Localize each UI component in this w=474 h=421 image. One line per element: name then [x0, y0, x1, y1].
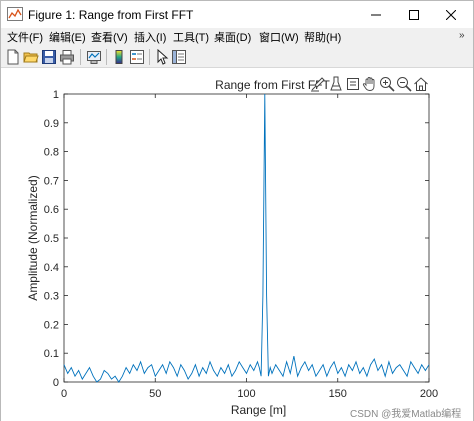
new-figure-icon[interactable]: [5, 49, 21, 65]
y-tick-label: 0.4: [44, 262, 59, 274]
y-tick-label: 0.3: [44, 291, 59, 303]
home-icon[interactable]: [413, 76, 429, 92]
axes-toolbar: [310, 76, 432, 94]
menu-file[interactable]: 文件(F): [7, 29, 43, 45]
plot-svg: 0 0.1 0.2 0.3 0.4 0.5 0.6 0.7 0.8 0.9 1 0 50 100 150 20…: [26, 78, 438, 417]
menu-edit[interactable]: 编辑(E): [49, 29, 86, 45]
matlab-figure-icon: [7, 7, 23, 21]
x-tick-label: 100: [237, 388, 255, 400]
minimize-icon: [371, 14, 381, 15]
property-inspector-icon[interactable]: [171, 49, 187, 65]
menu-bar: 文件(F) 编辑(E) 查看(V) 插入(I) 工具(T) 桌面(D) 窗口(W…: [1, 28, 473, 46]
x-tick-label: 150: [329, 388, 347, 400]
y-tick-label: 0.8: [44, 147, 59, 159]
colorbar-icon[interactable]: [111, 49, 127, 65]
zoom-in-icon[interactable]: [379, 76, 395, 92]
axes[interactable]: 0 0.1 0.2 0.3 0.4 0.5 0.6 0.7 0.8 0.9 1 0 50 100 150 20…: [26, 78, 438, 417]
watermark-text: CSDN @我爱Matlab编程: [350, 409, 462, 420]
zoom-out-icon[interactable]: [396, 76, 412, 92]
edit-plot-arrow-icon[interactable]: [154, 49, 170, 65]
data-tips-icon[interactable]: [328, 76, 344, 92]
save-icon[interactable]: [41, 49, 57, 65]
x-tick-label: 200: [420, 388, 438, 400]
toolbar-separator: [80, 49, 81, 65]
y-tick-label: 0.1: [44, 348, 59, 360]
y-tick-label: 1: [53, 89, 59, 101]
menu-window[interactable]: 窗口(W): [259, 29, 299, 45]
y-tick-label: 0.6: [44, 204, 59, 216]
x-tick-label: 0: [61, 388, 67, 400]
close-button[interactable]: [429, 1, 473, 28]
menu-tools[interactable]: 工具(T): [173, 29, 209, 45]
figure-canvas[interactable]: 0 0.1 0.2 0.3 0.4 0.5 0.6 0.7 0.8 0.9 1 0 50 100 150 20…: [1, 68, 473, 421]
y-tick-label: 0.5: [44, 233, 59, 245]
print-icon[interactable]: [59, 49, 75, 65]
x-axis-label: Range [m]: [231, 403, 286, 417]
y-tick-label: 0: [53, 377, 59, 389]
toolbar-separator: [149, 49, 150, 65]
rotate-icon[interactable]: [345, 76, 361, 92]
close-icon: [446, 9, 456, 20]
maximize-icon: [409, 9, 419, 20]
open-icon[interactable]: [23, 49, 39, 65]
x-tick-label: 50: [149, 388, 161, 400]
window-title: Figure 1: Range from First FFT: [28, 8, 194, 22]
menu-desktop[interactable]: 桌面(D): [214, 29, 251, 45]
legend-icon[interactable]: [129, 49, 145, 65]
y-tick-label: 0.2: [44, 319, 59, 331]
menu-view[interactable]: 查看(V): [91, 29, 128, 45]
toolbar-separator: [106, 49, 107, 65]
title-bar[interactable]: Figure 1: Range from First FFT: [1, 1, 473, 28]
menu-overflow-button[interactable]: »: [459, 30, 465, 41]
axes-box[interactable]: [63, 93, 430, 383]
figure-window: Figure 1: Range from First FFT 文件(F) 编辑(…: [0, 0, 474, 421]
figure-toolbar: [1, 46, 473, 68]
pan-hand-icon[interactable]: [362, 76, 378, 92]
menu-insert[interactable]: 插入(I): [134, 29, 166, 45]
y-tick-label: 0.9: [44, 118, 59, 130]
y-axis-label: Amplitude (Normalized): [26, 175, 40, 300]
y-tick-label: 0.7: [44, 175, 59, 187]
menu-help[interactable]: 帮助(H): [304, 29, 341, 45]
brush-icon[interactable]: [310, 76, 326, 92]
link-plot-icon[interactable]: [86, 49, 102, 65]
